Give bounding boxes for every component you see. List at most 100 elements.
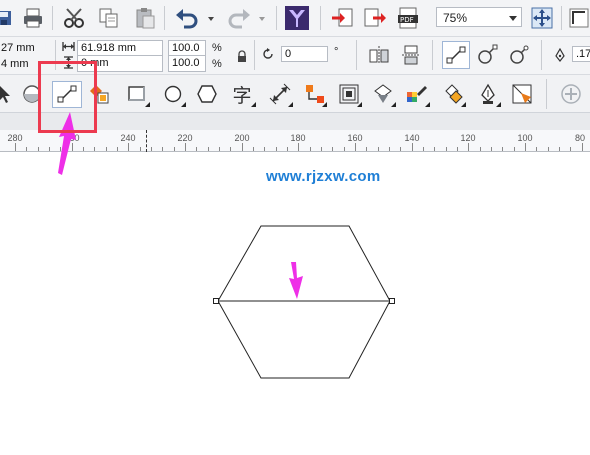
drawing-canvas[interactable]	[0, 152, 590, 455]
rotation-field[interactable]: 0	[281, 46, 328, 62]
ruler-tick	[524, 143, 526, 151]
print-icon[interactable]	[20, 5, 46, 31]
ruler-tick	[286, 147, 288, 151]
ruler-tick	[275, 147, 277, 151]
ruler-tick	[434, 147, 436, 151]
pen-outline-icon	[554, 47, 566, 66]
ruler-tick	[422, 147, 424, 151]
width-field[interactable]: 61.918 mm	[77, 40, 163, 56]
ruler-tick	[26, 147, 28, 151]
ruler-tick	[456, 147, 458, 151]
fullscreen-icon[interactable]	[529, 5, 555, 31]
ruler-label: 140	[404, 133, 420, 143]
ruler-tick	[570, 147, 572, 151]
lock-icon[interactable]	[229, 43, 255, 69]
ruler-tick	[581, 143, 583, 151]
undo-icon[interactable]	[174, 5, 200, 31]
ruler-tick	[558, 147, 560, 151]
degree-symbol: °	[334, 46, 339, 58]
ruler-tick	[207, 147, 209, 151]
copy-icon[interactable]	[96, 5, 122, 31]
ruler-tick	[411, 143, 413, 151]
mirror-vertical-icon[interactable]	[398, 42, 424, 68]
ruler-tick	[15, 143, 16, 151]
ruler-label: 80	[574, 133, 586, 143]
ruler-tick	[536, 147, 538, 151]
width-icon	[62, 40, 75, 57]
import-icon[interactable]	[330, 5, 356, 31]
paste-icon[interactable]	[132, 5, 158, 31]
ruler-tick	[547, 147, 549, 151]
ruler-label: 200	[234, 133, 250, 143]
curve-mode-icon[interactable]	[474, 42, 500, 68]
ruler-tick	[94, 147, 96, 151]
ruler-tick	[139, 147, 141, 151]
ruler-tick	[184, 143, 186, 151]
ruler-label: 260	[64, 133, 80, 143]
ruler-tick	[48, 147, 50, 151]
arc-mode-icon[interactable]	[506, 42, 532, 68]
ruler-label: 280	[7, 133, 23, 143]
ruler-tick	[479, 147, 481, 151]
ruler-tick	[445, 147, 447, 151]
export-icon[interactable]	[362, 5, 388, 31]
ruler-tick	[468, 143, 470, 151]
ruler-tick	[366, 147, 368, 151]
ruler-tick	[320, 147, 322, 151]
outline-width-field[interactable]: .17	[572, 46, 590, 62]
ruler-tick	[162, 147, 164, 151]
scale-x-field[interactable]: 100.0	[168, 40, 206, 56]
redo-icon[interactable]	[226, 5, 252, 31]
interactive-fill-icon[interactable]	[509, 81, 535, 107]
snap-options-icon[interactable]	[566, 5, 590, 31]
zoom-select[interactable]: 75%	[436, 7, 522, 27]
ruler-tick	[218, 147, 220, 151]
ruler-cursor-marker	[146, 130, 147, 152]
ruler-tick	[332, 147, 334, 151]
ruler-tick	[513, 147, 515, 151]
ruler-label: 100	[517, 133, 533, 143]
x-position-field[interactable]: 27 mm	[0, 41, 50, 57]
ruler-tick	[60, 147, 62, 151]
ruler-tick	[354, 143, 356, 151]
ruler-tick	[298, 143, 300, 151]
ruler-tick	[241, 143, 243, 151]
pdf-icon[interactable]: PDF	[396, 5, 422, 31]
ruler-tick	[37, 147, 39, 151]
ruler-tick	[82, 147, 84, 151]
app-launcher-icon[interactable]	[283, 4, 311, 32]
horizontal-ruler[interactable]: 280 260 240 220 200 180 160 140 120 100 …	[0, 130, 590, 152]
ruler-tick	[343, 147, 345, 151]
save-icon[interactable]	[0, 5, 18, 31]
ruler-tick	[196, 147, 198, 151]
ruler-tick	[116, 147, 118, 151]
ruler-tick	[173, 147, 175, 151]
svg-text:PDF: PDF	[400, 16, 414, 24]
ruler-tick	[388, 147, 390, 151]
ruler-tick	[502, 147, 504, 151]
ruler-label: 120	[460, 133, 476, 143]
add-icon[interactable]	[558, 81, 584, 107]
cut-icon[interactable]	[62, 5, 88, 31]
ruler-tick	[230, 147, 232, 151]
ruler-tick	[490, 147, 492, 151]
ruler-label: 240	[120, 133, 136, 143]
mirror-horizontal-icon[interactable]	[366, 42, 392, 68]
scale-y-field[interactable]: 100.0	[168, 56, 206, 72]
scale-y-unit: %	[212, 58, 222, 70]
ruler-label: 220	[177, 133, 193, 143]
standard-toolbar: PDF 75%	[0, 0, 590, 37]
ruler-tick	[377, 147, 379, 151]
chevron-down-icon	[509, 16, 517, 21]
ruler-tick	[105, 147, 107, 151]
line-mode-icon[interactable]	[442, 41, 470, 69]
watermark-text: www.rjzxw.com	[266, 168, 381, 185]
shape-tool-icon[interactable]	[0, 81, 20, 107]
ruler-label: 180	[290, 133, 306, 143]
rotate-icon	[262, 48, 274, 64]
ruler-tick	[309, 147, 311, 151]
zoom-level: 75%	[443, 11, 468, 25]
ruler-tick	[128, 143, 130, 151]
polygon-icon[interactable]	[194, 81, 220, 107]
tool-highlight-box	[38, 61, 97, 133]
